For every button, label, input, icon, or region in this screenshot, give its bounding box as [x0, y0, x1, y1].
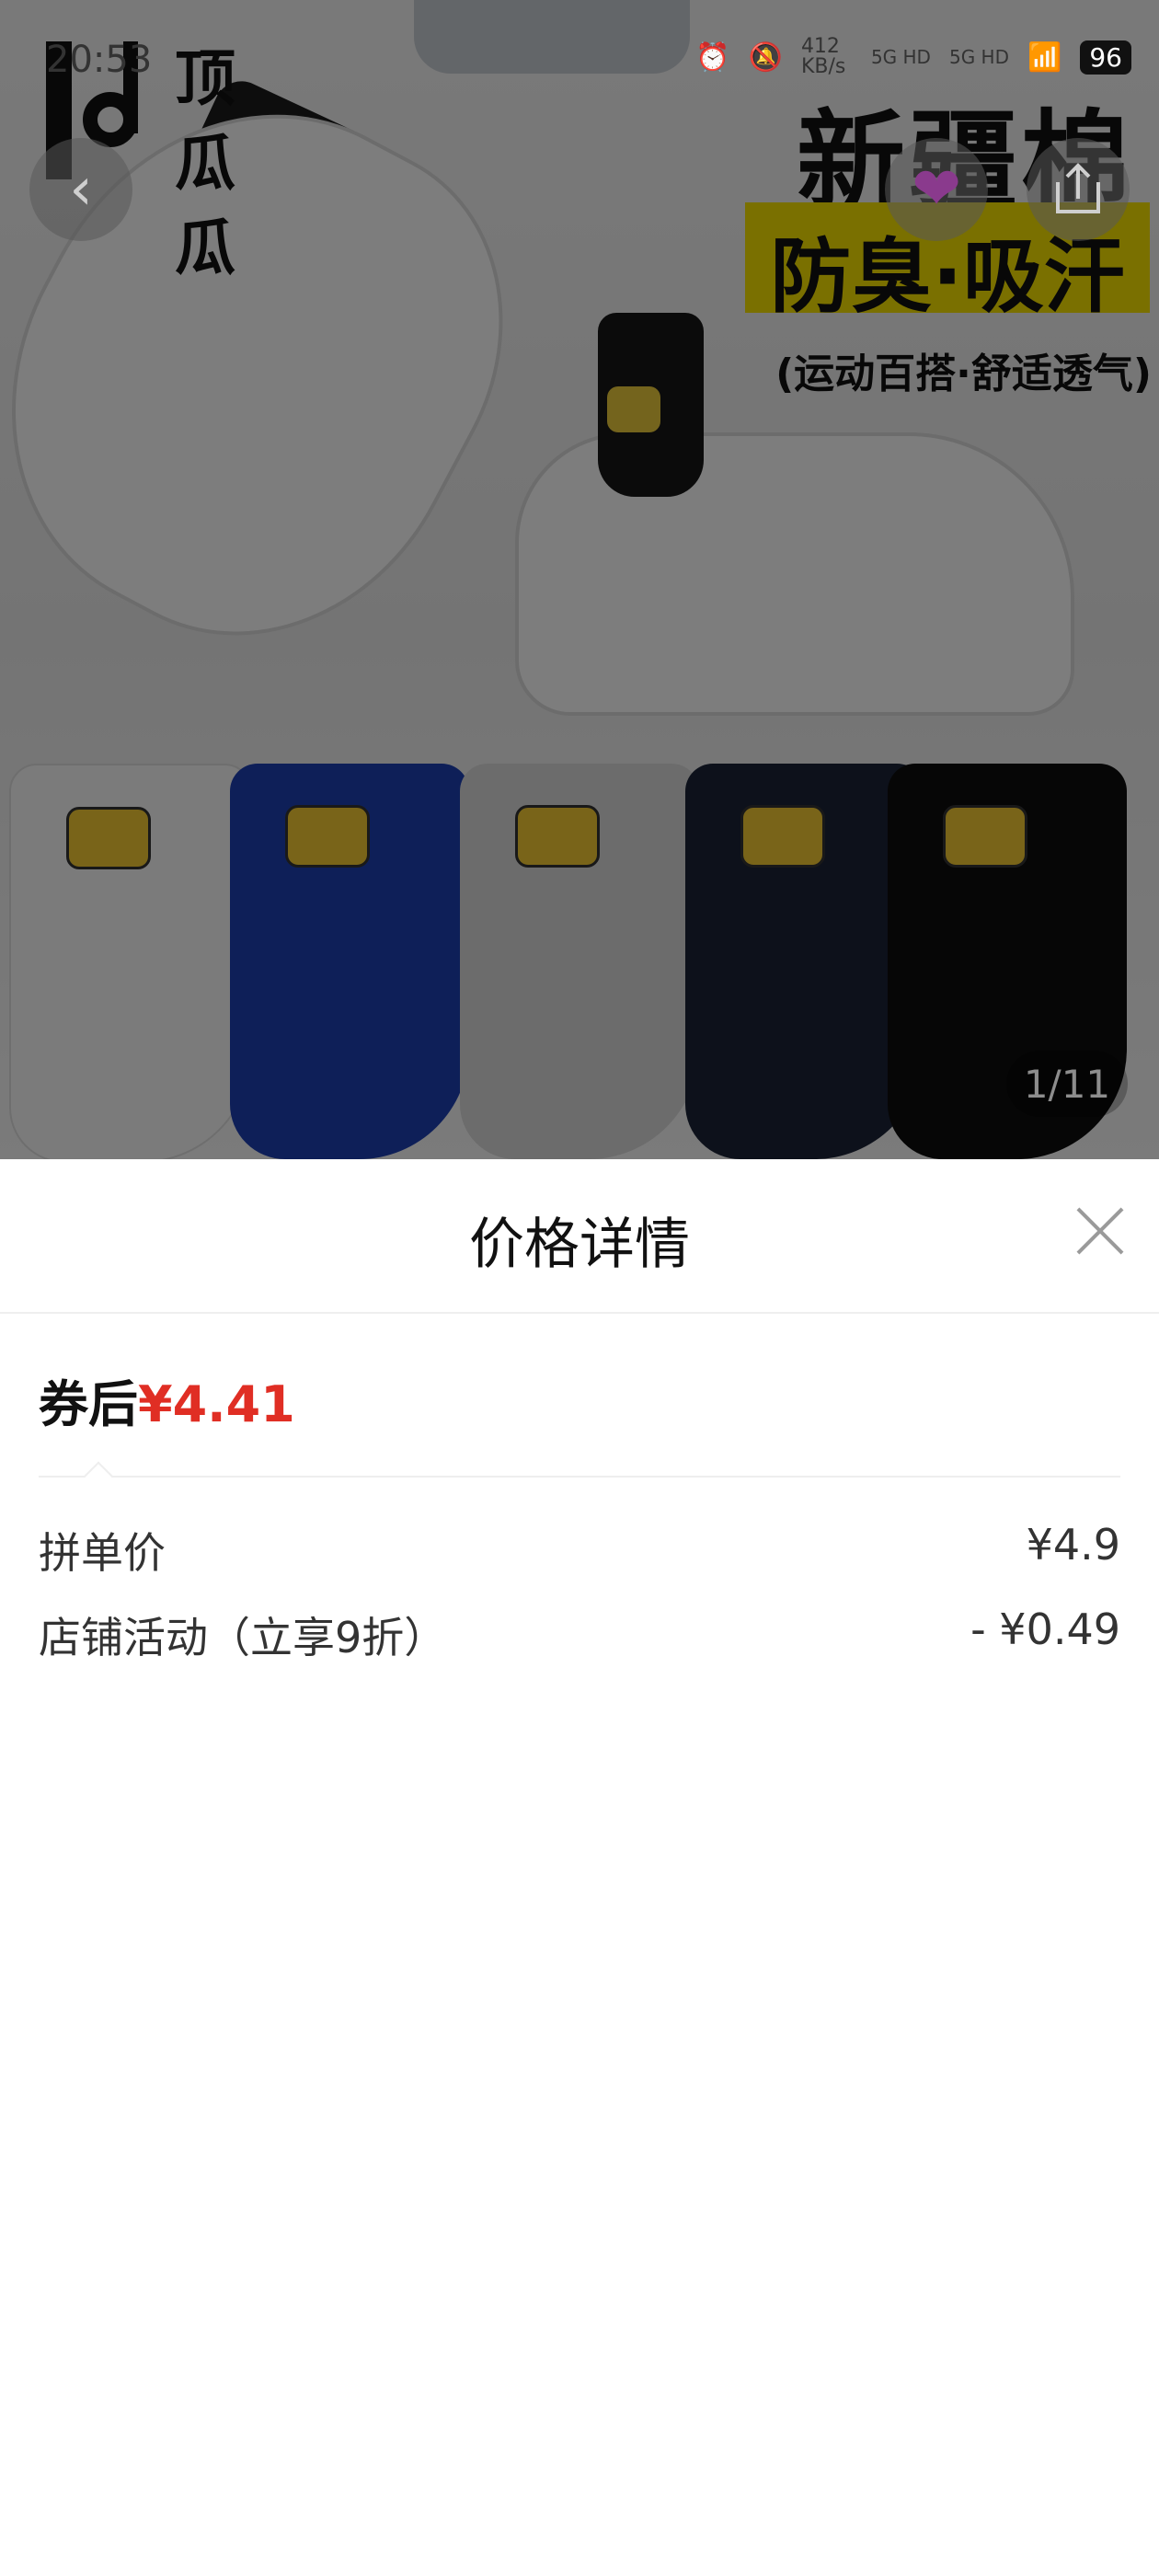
after-coupon-label: 券后 — [39, 1375, 138, 1433]
share-button[interactable] — [1027, 138, 1130, 241]
chevron-left-icon: ‹ — [69, 155, 93, 224]
price-row-value: - ¥0.49 — [970, 1604, 1120, 1654]
after-coupon-price: 券后¥4.41 — [39, 1363, 295, 1436]
sheet-header: 价格详情 — [0, 1159, 1159, 1314]
back-button[interactable]: ‹ — [29, 138, 132, 241]
section-divider — [39, 1476, 1120, 1478]
price-detail-sheet: 价格详情 券后¥4.41 拼单价 ¥4.9 店铺活动（立享9折） - ¥0.49 — [0, 1159, 1159, 2576]
status-icons: ⏰ 🔕 412 KB/s 5G HD 5G HD 📶 96 — [695, 37, 1131, 77]
price-row-label: 店铺活动（立享9折） — [39, 1613, 447, 1662]
sheet-title: 价格详情 — [469, 1213, 690, 1277]
battery-indicator: 96 — [1080, 40, 1131, 75]
mute-icon: 🔕 — [748, 40, 783, 74]
close-icon[interactable] — [1073, 1203, 1128, 1259]
signal-indicator-1: 5G HD — [870, 46, 931, 68]
heart-icon: ❤ — [912, 155, 961, 224]
price-row-label: 拼单价 — [39, 1528, 166, 1578]
favorite-button[interactable]: ❤ — [885, 138, 988, 241]
signal-indicator-2: 5G HD — [948, 46, 1009, 68]
after-coupon-amount: ¥4.41 — [138, 1375, 295, 1433]
divider-notch — [84, 1461, 113, 1490]
image-page-indicator: 1/11 — [1006, 1051, 1128, 1117]
wifi-icon: 📶 — [1027, 40, 1062, 74]
network-speed: 412 KB/s — [800, 35, 846, 78]
share-icon — [1056, 163, 1100, 213]
status-bar: 20:53 ⏰ 🔕 412 KB/s 5G HD 5G HD 📶 96 — [0, 0, 1159, 110]
price-row-value: ¥4.9 — [1026, 1520, 1120, 1570]
alarm-icon: ⏰ — [695, 40, 730, 74]
status-time: 20:53 — [46, 39, 153, 81]
